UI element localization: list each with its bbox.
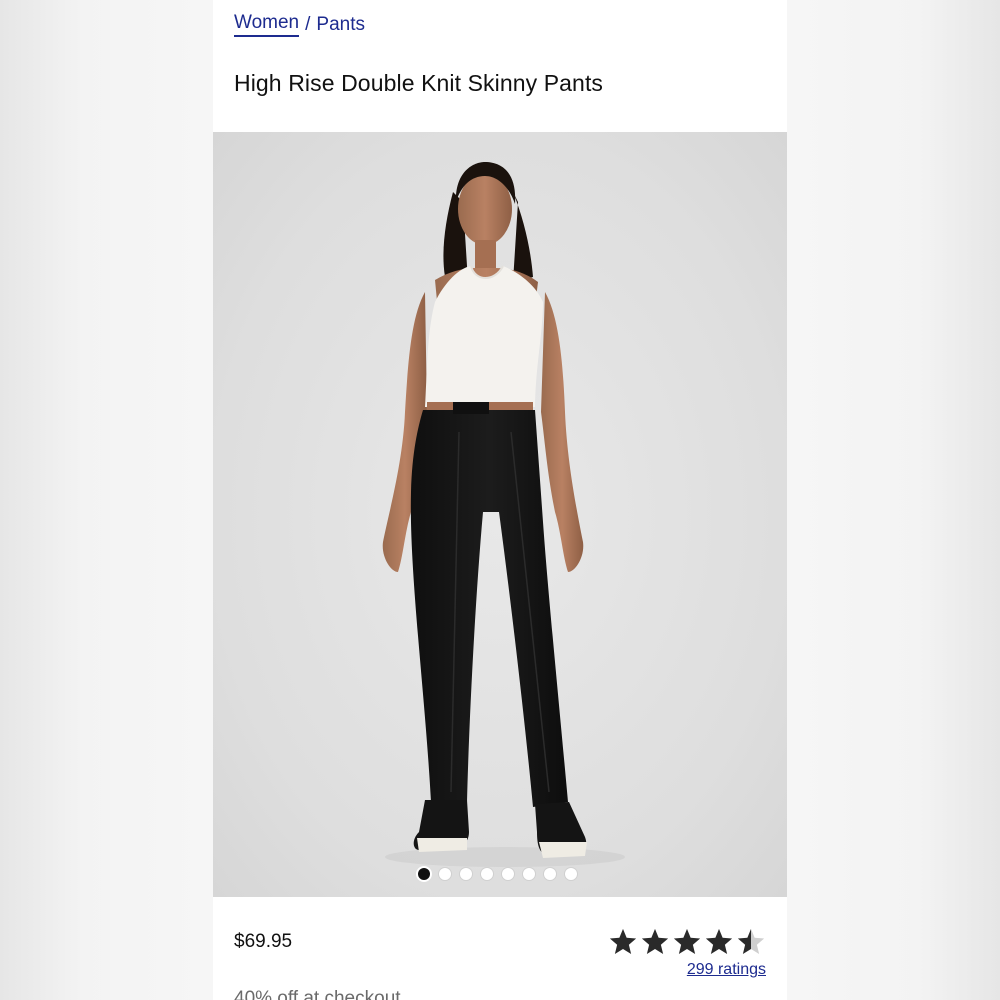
product-info: $69.95 40% off at checkout 299 ratings <box>213 897 787 1000</box>
gallery-dot-1[interactable] <box>418 868 430 880</box>
ratings-count-link[interactable]: 299 ratings <box>687 961 766 979</box>
product-price: $69.95 <box>234 931 293 952</box>
star-icon <box>609 928 637 954</box>
product-page: Women / Pants High Rise Double Knit Skin… <box>213 0 787 1000</box>
breadcrumb-pants-link[interactable]: Pants <box>316 14 365 36</box>
gallery-dot-4[interactable] <box>481 868 493 880</box>
gallery-dot-2[interactable] <box>439 868 451 880</box>
promo-text: 40% off at checkout <box>234 988 401 1000</box>
product-photo <box>382 162 625 867</box>
star-icon <box>641 928 669 954</box>
star-icon <box>673 928 701 954</box>
gallery-dot-6[interactable] <box>523 868 535 880</box>
star-icon <box>737 928 765 954</box>
gallery-dot-7[interactable] <box>544 868 556 880</box>
star-icon <box>705 928 733 954</box>
breadcrumb: Women / Pants <box>234 12 365 37</box>
product-image-gallery[interactable] <box>213 132 787 897</box>
gallery-pagination <box>418 868 577 880</box>
gallery-dot-8[interactable] <box>565 868 577 880</box>
breadcrumb-separator: / <box>305 13 311 35</box>
breadcrumb-women-link[interactable]: Women <box>234 12 300 37</box>
gallery-dot-5[interactable] <box>502 868 514 880</box>
product-title: High Rise Double Knit Skinny Pants <box>234 70 604 96</box>
rating-stars <box>608 927 766 957</box>
gallery-dot-3[interactable] <box>460 868 472 880</box>
product-rating[interactable]: 299 ratings <box>608 927 766 979</box>
